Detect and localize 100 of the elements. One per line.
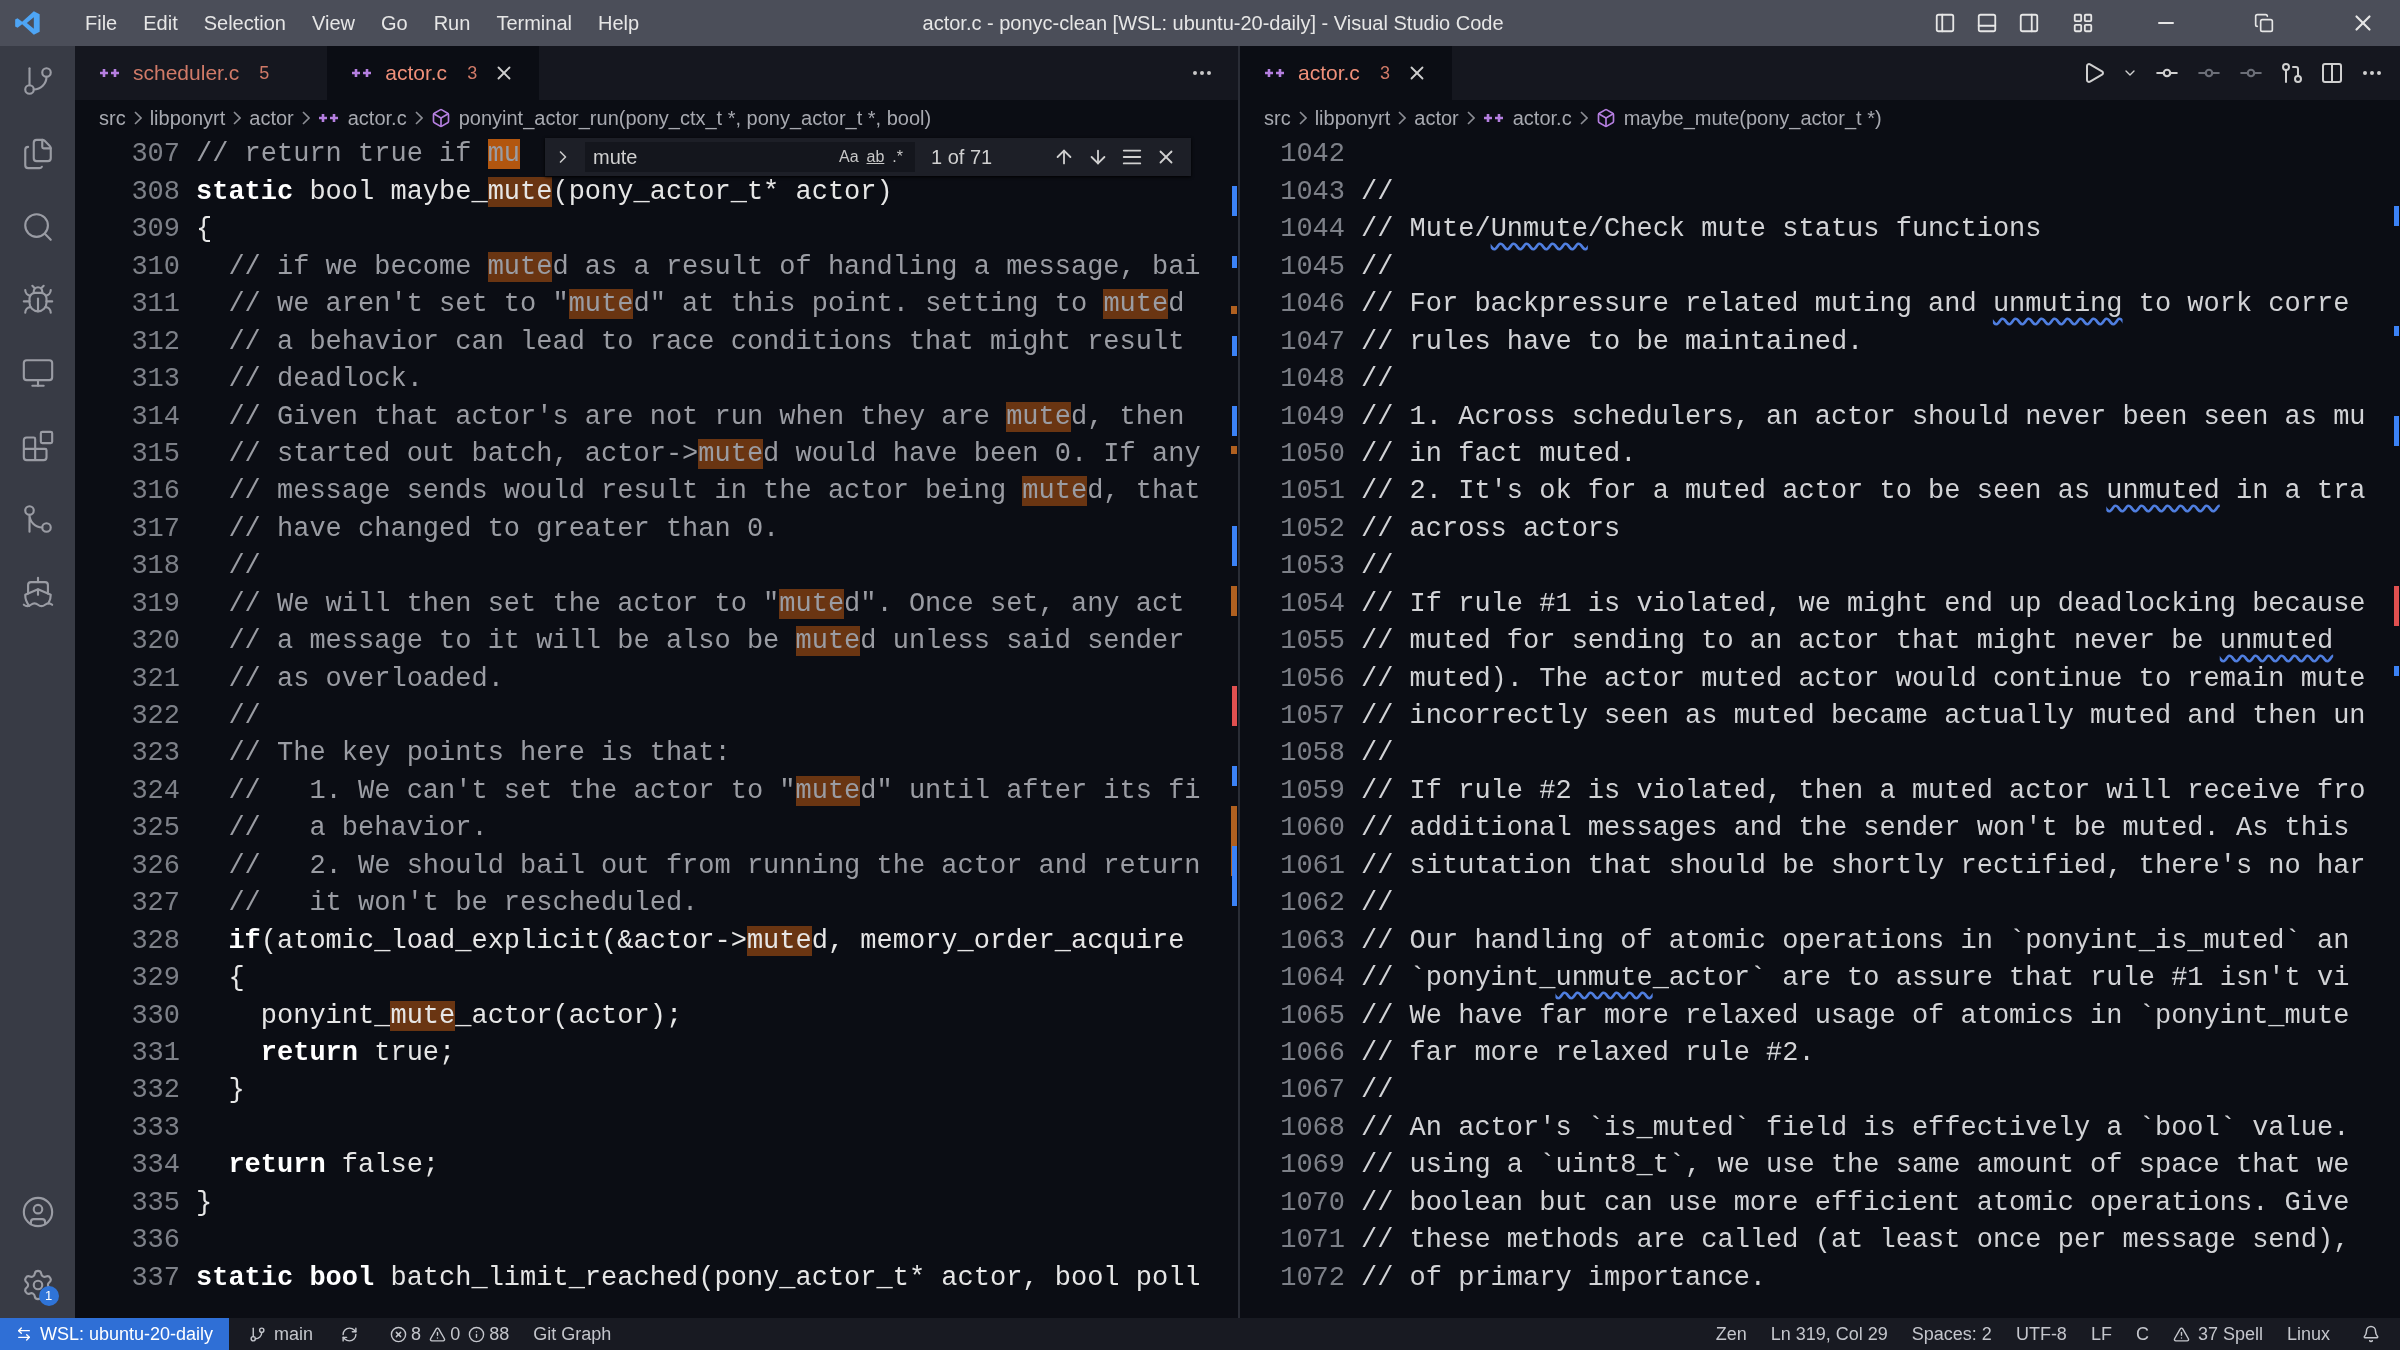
menu-item[interactable]: Go — [368, 8, 421, 38]
breadcrumb-item[interactable]: libponyrt — [1314, 103, 1391, 133]
status-item[interactable]: Linux — [2274, 1320, 2342, 1348]
line-number: 1060 — [1279, 812, 1345, 846]
line-number: 327 — [130, 887, 180, 921]
git-graph-button[interactable]: Git Graph — [533, 1320, 612, 1348]
find-option[interactable]: .* — [888, 145, 907, 169]
code-line: ponyint_mute_actor(actor); — [259, 999, 683, 1033]
line-number: 1049 — [1279, 400, 1345, 434]
comment-line: // we aren't set to "muted" at this point. setting to muted — [227, 288, 1185, 322]
comment-line: // muted). The actor muted actor would continue to remain mute — [1361, 662, 2366, 696]
menu-item[interactable]: File — [72, 8, 131, 38]
status-item[interactable]: Zen — [1703, 1320, 1759, 1348]
tab-label: actor.c — [1298, 60, 1360, 87]
comment-line: // — [1361, 363, 1394, 397]
comment-line: // additional messages and the sender won't be muted. As this — [1361, 812, 2350, 846]
editor-tab[interactable]: actor.c 3 — [327, 46, 540, 100]
line-number: 1065 — [1279, 999, 1345, 1033]
comment-line: // as overloaded. — [227, 662, 504, 696]
status-item[interactable]: C — [2123, 1320, 2161, 1348]
line-number: 1047 — [1279, 325, 1345, 359]
status-item[interactable]: LF — [2078, 1320, 2124, 1348]
breadcrumb-item[interactable]: maybe_mute(pony_actor_t *) — [1623, 103, 1882, 133]
menu-item[interactable]: Terminal — [483, 8, 585, 38]
layout-icon[interactable] — [2072, 12, 2094, 34]
status-item[interactable]: Ln 319, Col 29 — [1758, 1320, 1900, 1348]
ship-icon[interactable] — [20, 575, 55, 609]
notification-badge: 1 — [38, 1286, 59, 1306]
restore-icon[interactable] — [2254, 13, 2274, 33]
sync-icon[interactable] — [341, 1325, 359, 1343]
line-number: 1052 — [1279, 512, 1345, 546]
plus-pair-icon — [351, 66, 374, 80]
run-debug-icon[interactable] — [20, 283, 55, 317]
comment-line: // have changed to greater than 0. — [227, 512, 780, 546]
breadcrumb-item[interactable]: actor.c — [347, 103, 407, 133]
menu-item[interactable]: View — [299, 8, 368, 38]
find-option[interactable]: ab — [862, 145, 889, 169]
account-icon[interactable] — [20, 1195, 55, 1229]
line-number: 335 — [130, 1186, 180, 1220]
line-number: 321 — [130, 662, 180, 696]
status-item[interactable]: Spaces: 2 — [1899, 1320, 2004, 1348]
comment-line: // situtation that should be shortly rectified, there's no har — [1361, 849, 2366, 883]
comment-line: // started out batch, actor->muted would have been 0. If any — [227, 437, 1201, 471]
remote-icon — [16, 1326, 32, 1342]
panel-left-icon[interactable] — [1934, 12, 1956, 34]
panel-right-icon[interactable] — [2018, 12, 2040, 34]
branch-icon — [249, 1325, 267, 1343]
line-number: 1054 — [1279, 587, 1345, 621]
comment-line: // it won't be rescheduled. — [227, 887, 699, 921]
comment-line: // in fact muted. — [1361, 437, 1637, 471]
menu-item[interactable]: Selection — [190, 8, 299, 38]
panel-bottom-icon[interactable] — [1976, 12, 1998, 34]
status-item[interactable]: UTF-8 — [2003, 1320, 2079, 1348]
line-number: 331 — [130, 1036, 180, 1070]
notification-icon[interactable] — [2362, 1325, 2380, 1343]
comment-line: // Given that actor's are not run when they are muted, then — [227, 400, 1185, 434]
extensions-icon[interactable] — [20, 429, 55, 463]
branch-indicator[interactable]: main — [249, 1320, 314, 1348]
git-icon[interactable] — [2280, 61, 2304, 85]
chevron-icon — [301, 111, 310, 125]
comment-line: // If rule #2 is violated, then a muted actor will receive fro — [1361, 774, 2366, 808]
remote-indicator[interactable]: WSL: ubuntu-20-daily — [0, 1318, 230, 1350]
comment-line: // If rule #1 is violated, we might end up deadlocking because — [1361, 587, 2366, 621]
find-input[interactable]: mute Aa ab .* — [585, 142, 915, 172]
breadcrumb-item[interactable]: ponyint_actor_run(pony_ctx_t *, pony_actor_t *, bool) — [458, 103, 932, 133]
breadcrumb-item[interactable]: actor — [1414, 103, 1459, 133]
comment-line: // Our handling of atomic operations in `ponyint_is_muted` an — [1361, 924, 2350, 958]
remote-explorer-icon[interactable] — [20, 356, 55, 390]
app-logo-icon — [14, 9, 42, 37]
editor-tab[interactable]: actor.c 3 — [1240, 46, 1452, 100]
problems-indicator[interactable]: 8 0 88 — [390, 1320, 510, 1348]
line-number: 1063 — [1279, 924, 1345, 958]
line-number: 312 — [130, 325, 180, 359]
menu-item[interactable]: Help — [584, 8, 653, 38]
line-number: 336 — [130, 1224, 180, 1258]
breadcrumb-item[interactable]: src — [1264, 103, 1291, 133]
menu-item[interactable]: Run — [420, 8, 484, 38]
line-number: 1062 — [1279, 887, 1345, 921]
code-line: } — [227, 1074, 245, 1108]
breadcrumb-item[interactable]: actor — [249, 103, 294, 133]
find-option[interactable]: Aa — [834, 145, 863, 169]
code-line: { — [196, 213, 213, 247]
comment-line: // For backpressure related muting and unmuting to work corre — [1361, 288, 2350, 322]
comment-line: // of primary importance. — [1361, 1261, 1767, 1295]
comment-line: // We have far more relaxed usage of atomics in `ponyint_mute — [1361, 999, 2350, 1033]
line-number: 1055 — [1279, 625, 1345, 659]
line-number: 307 — [130, 138, 180, 172]
code-line: static bool batch_limit_reached(pony_actor_t* actor, bool poll — [196, 1261, 1201, 1295]
menu-item[interactable]: Edit — [130, 8, 191, 38]
cube-icon — [430, 108, 451, 128]
line-number: 319 — [130, 587, 180, 621]
line-number: 1068 — [1279, 1111, 1345, 1145]
line-number: 320 — [130, 625, 180, 659]
breadcrumb-item[interactable]: actor.c — [1512, 103, 1572, 133]
split-editor-icon[interactable] — [2320, 61, 2344, 85]
status-item[interactable]: 37 Spell — [2160, 1320, 2275, 1348]
chevron-icon — [1466, 111, 1475, 125]
breadcrumb-item[interactable]: src — [99, 103, 126, 133]
breadcrumb-item[interactable]: libponyrt — [149, 103, 226, 133]
warning-icon — [2172, 1325, 2190, 1343]
